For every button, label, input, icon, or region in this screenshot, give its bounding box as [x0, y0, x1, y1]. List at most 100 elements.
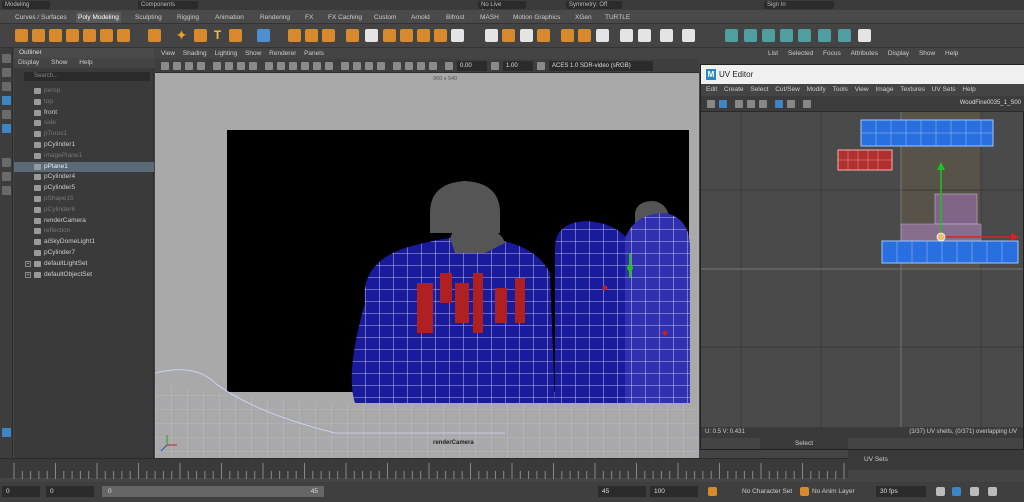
- sound-icon[interactable]: [952, 487, 961, 496]
- shelf-tab[interactable]: MASH: [478, 12, 501, 23]
- uv-dim-icon[interactable]: [787, 100, 795, 108]
- paint-select-icon[interactable]: [2, 82, 11, 91]
- torus-icon[interactable]: [83, 29, 96, 42]
- rotate-tool-icon[interactable]: [2, 110, 11, 119]
- shelf-tab[interactable]: XGen: [573, 12, 594, 23]
- vp-menu-view[interactable]: View: [161, 50, 175, 57]
- sweep-icon[interactable]: [194, 29, 207, 42]
- character-set-label[interactable]: No Character Set: [742, 486, 792, 497]
- outliner-menu-show[interactable]: Show: [51, 59, 67, 66]
- uv-distortion-icon[interactable]: [747, 100, 755, 108]
- timeline[interactable]: [0, 458, 848, 479]
- uv-menu-create[interactable]: Create: [724, 86, 744, 93]
- resolution-gate-icon[interactable]: [237, 62, 245, 70]
- uv-menu-select[interactable]: Select: [750, 86, 768, 93]
- uv-select-bar[interactable]: Select: [760, 438, 848, 449]
- cube-icon[interactable]: [32, 29, 45, 42]
- svg-icon[interactable]: [229, 29, 242, 42]
- uv-menu-help[interactable]: Help: [962, 86, 975, 93]
- bookmark-icon[interactable]: [185, 62, 193, 70]
- range-end-field[interactable]: 45: [598, 486, 646, 497]
- wireframe-icon[interactable]: [265, 62, 273, 70]
- outliner-item[interactable]: pShape15: [14, 194, 154, 205]
- menu-selected[interactable]: Selected: [788, 50, 813, 57]
- combine-icon[interactable]: [288, 29, 301, 42]
- image-plane-icon[interactable]: [197, 62, 205, 70]
- grid-icon[interactable]: [257, 29, 270, 42]
- lights-icon[interactable]: [313, 62, 321, 70]
- outliner-item[interactable]: front: [14, 108, 154, 119]
- exposure-field[interactable]: 0.00: [457, 61, 487, 71]
- uv-menu-uvsets[interactable]: UV Sets: [932, 86, 956, 93]
- vp-menu-renderer[interactable]: Renderer: [269, 50, 296, 57]
- lasso-tool-icon[interactable]: [2, 68, 11, 77]
- append-icon[interactable]: [451, 29, 464, 42]
- fps-dropdown[interactable]: 30 fps: [876, 486, 926, 497]
- exposure-icon[interactable]: [445, 62, 453, 70]
- uv-texture-dropdown[interactable]: WoodFine0035_1_S00: [960, 100, 1021, 106]
- uv-menu-tools[interactable]: Tools: [833, 86, 848, 93]
- dof-icon[interactable]: [377, 62, 385, 70]
- uv-menu-modify[interactable]: Modify: [807, 86, 826, 93]
- gate-mask-icon[interactable]: [249, 62, 257, 70]
- super-shape-icon[interactable]: ✦: [175, 28, 188, 42]
- uv-planar-icon[interactable]: [725, 29, 738, 42]
- menu-focus[interactable]: Focus: [823, 50, 841, 57]
- delete-edge-icon[interactable]: [596, 29, 609, 42]
- xray-joints-icon[interactable]: [417, 62, 425, 70]
- start-time-field[interactable]: 0: [2, 486, 40, 497]
- smooth-icon[interactable]: [322, 29, 335, 42]
- shelf-tab[interactable]: Curves / Surfaces: [13, 12, 69, 23]
- move-tool-icon[interactable]: [2, 96, 11, 105]
- uv-checker-icon[interactable]: [775, 100, 783, 108]
- expand-icon[interactable]: +: [25, 260, 31, 267]
- circularize-icon[interactable]: [620, 29, 633, 42]
- shelf-tab[interactable]: Animation: [213, 12, 246, 23]
- uv-menu-cutsew[interactable]: Cut/Sew: [775, 86, 800, 93]
- fill-hole-icon[interactable]: [434, 29, 447, 42]
- shelf-tab[interactable]: Sculpting: [133, 12, 164, 23]
- grid-toggle-icon[interactable]: [213, 62, 221, 70]
- uv-canvas[interactable]: [701, 112, 1023, 427]
- outliner-item[interactable]: reflection: [14, 226, 154, 237]
- uv-menu-image[interactable]: Image: [875, 86, 893, 93]
- components-mode[interactable]: Components: [138, 1, 198, 9]
- character-set-icon[interactable]: [708, 487, 717, 496]
- outliner-item[interactable]: aiSkyDomeLight1: [14, 237, 154, 248]
- outliner-item[interactable]: pCylinder5: [14, 183, 154, 194]
- uv-menu-textures[interactable]: Textures: [900, 86, 925, 93]
- outliner-item[interactable]: top: [14, 97, 154, 108]
- target-weld-icon[interactable]: [502, 29, 515, 42]
- outliner-item[interactable]: persp: [14, 86, 154, 97]
- gamma-icon[interactable]: [491, 62, 499, 70]
- outliner-item[interactable]: renderCamera: [14, 216, 154, 227]
- outliner-item[interactable]: side: [14, 118, 154, 129]
- plane-icon[interactable]: [100, 29, 113, 42]
- range-slider[interactable]: 0 45: [102, 486, 324, 497]
- shelf-tab[interactable]: TURTLE: [603, 12, 632, 23]
- select-tool-icon[interactable]: [2, 54, 11, 63]
- shelf-tab-active[interactable]: Poly Modeling: [76, 12, 121, 23]
- uv-borders-icon[interactable]: [759, 100, 767, 108]
- outliner-menu-display[interactable]: Display: [18, 59, 39, 66]
- xray-components-icon[interactable]: [429, 62, 437, 70]
- uv-cut-icon[interactable]: [818, 29, 831, 42]
- isolate-icon[interactable]: [393, 62, 401, 70]
- camera-attr-icon[interactable]: [173, 62, 181, 70]
- shelf-tab[interactable]: Bifrost: [444, 12, 466, 23]
- uv-auto-icon[interactable]: [744, 29, 757, 42]
- collapse-icon[interactable]: [578, 29, 591, 42]
- scale-tool-icon[interactable]: [2, 124, 11, 133]
- shelf-tab[interactable]: FX Caching: [326, 12, 364, 23]
- gamma-field[interactable]: 1.00: [503, 61, 533, 71]
- layout-side-icon[interactable]: [2, 186, 11, 195]
- bevel-icon[interactable]: [417, 29, 430, 42]
- film-gate-icon[interactable]: [225, 62, 233, 70]
- slide-icon[interactable]: [682, 29, 695, 42]
- edge-loop-icon[interactable]: [520, 29, 533, 42]
- prefs-icon[interactable]: [988, 487, 997, 496]
- menu-help[interactable]: Help: [945, 50, 958, 57]
- uv-texture-toggle-icon[interactable]: [719, 100, 727, 108]
- layout-single-icon[interactable]: [2, 158, 11, 167]
- motion-blur-icon[interactable]: [353, 62, 361, 70]
